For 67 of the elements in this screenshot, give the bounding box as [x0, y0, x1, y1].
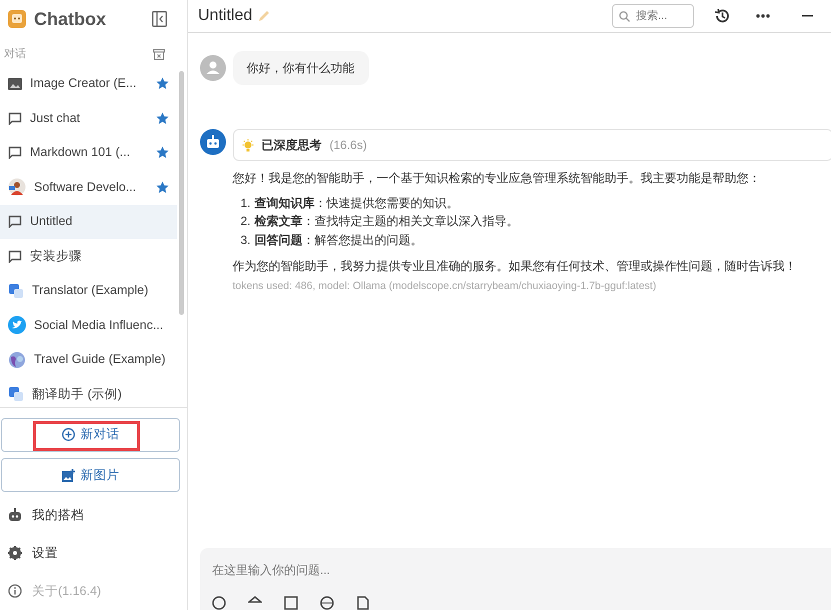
bot-avatar-icon	[200, 129, 226, 155]
chat-icon	[8, 250, 22, 263]
more-icon[interactable]	[756, 14, 770, 18]
thinking-time: (16.6s)	[330, 137, 367, 154]
translate-icon	[8, 386, 24, 402]
list-number: 1.	[240, 194, 251, 212]
conversation-item[interactable]: Travel Guide (Example)	[0, 342, 177, 377]
globe-icon	[8, 350, 26, 369]
scrollbar[interactable]	[179, 70, 184, 314]
conversation-item[interactable]: Image Creator (E...	[0, 66, 177, 101]
sidebar-menu-item[interactable]: 设置	[0, 534, 187, 572]
image-add-icon	[62, 468, 74, 482]
chat-icon	[8, 215, 22, 228]
chat-title: Untitled	[198, 6, 252, 26]
conversation-item[interactable]: 安装步骤	[0, 239, 177, 274]
thinking-label: 已深度思考	[262, 137, 322, 154]
toolbar-icon[interactable]	[212, 596, 226, 610]
app-logo-icon	[8, 10, 26, 28]
list-item: 回答问题：解答您提出的问题。	[254, 232, 423, 249]
conversation-item[interactable]: Untitled	[0, 204, 177, 239]
message-meta: tokens used: 486, model: Ollama (modelscope.cn/starrybeam/chuxiaoying-1.7b-gguf:latest)	[232, 278, 658, 294]
conversation-item[interactable]: Software Develo...	[0, 170, 177, 204]
archive-icon[interactable]	[153, 48, 165, 60]
conversation-item[interactable]: Markdown 101 (...	[0, 136, 177, 170]
conversation-item[interactable]: Translator (Example)	[0, 274, 177, 308]
new-image-button[interactable]: 新图片	[1, 458, 180, 492]
message-input[interactable]: 在这里输入你的问题...	[212, 561, 512, 579]
section-label: 对话	[4, 47, 26, 62]
star-icon[interactable]	[156, 146, 169, 160]
search-box[interactable]: 搜索...	[612, 4, 694, 28]
minimize-icon[interactable]	[802, 15, 813, 17]
user-message: 你好，你有什么功能	[232, 51, 368, 85]
chat-icon	[8, 146, 22, 160]
conversation-item[interactable]: Social Media Influenc...	[0, 308, 177, 342]
bird-icon	[8, 316, 26, 334]
app-title: Chatbox	[34, 8, 106, 30]
list-item: 检索文章：查找特定主题的相关文章以深入指导。	[254, 213, 519, 230]
star-icon[interactable]	[156, 180, 169, 194]
robot-icon	[8, 508, 22, 522]
thinking-panel[interactable]: 已深度思考 (16.6s)	[232, 129, 831, 161]
conversation-item[interactable]: 翻译助手 (示例)	[0, 377, 177, 406]
toolbar-icon[interactable]	[284, 596, 298, 610]
settings-icon	[8, 546, 22, 560]
sidebar-menu-item[interactable]: 我的搭档	[0, 496, 187, 534]
list-number: 2.	[240, 213, 251, 230]
lightbulb-icon	[242, 138, 254, 152]
search-field[interactable]: 搜索...	[636, 8, 684, 24]
list-number: 3.	[240, 232, 251, 249]
chat-icon	[8, 112, 22, 125]
plus-circle-icon	[62, 428, 74, 441]
conversation-item[interactable]: Just chat	[0, 101, 177, 136]
toolbar-icon[interactable]	[320, 596, 334, 610]
translate-icon	[8, 282, 24, 299]
info-icon	[8, 584, 22, 598]
toolbar-icon[interactable]	[356, 596, 370, 610]
star-icon[interactable]	[156, 77, 169, 90]
image-icon	[8, 78, 22, 90]
avatar-icon	[8, 178, 26, 196]
assistant-paragraph: 您好！我是您的智能助手，一个基于知识检索的专业应急管理系统智能助手。我主要功能是帮助您：	[232, 170, 762, 187]
star-icon[interactable]	[156, 112, 169, 125]
collapse-sidebar-icon[interactable]	[152, 11, 167, 27]
new-chat-button[interactable]: 新对话	[1, 418, 180, 452]
list-item: 查询知识库：快速提供您需要的知识。	[254, 194, 459, 212]
history-icon[interactable]	[714, 8, 730, 24]
search-icon	[619, 10, 630, 22]
user-avatar-icon	[200, 55, 226, 81]
assistant-paragraph: 作为您的智能助手，我努力提供专业且准确的服务。如果您有任何技术、管理或操作性问题，随时告诉我！	[232, 258, 798, 276]
